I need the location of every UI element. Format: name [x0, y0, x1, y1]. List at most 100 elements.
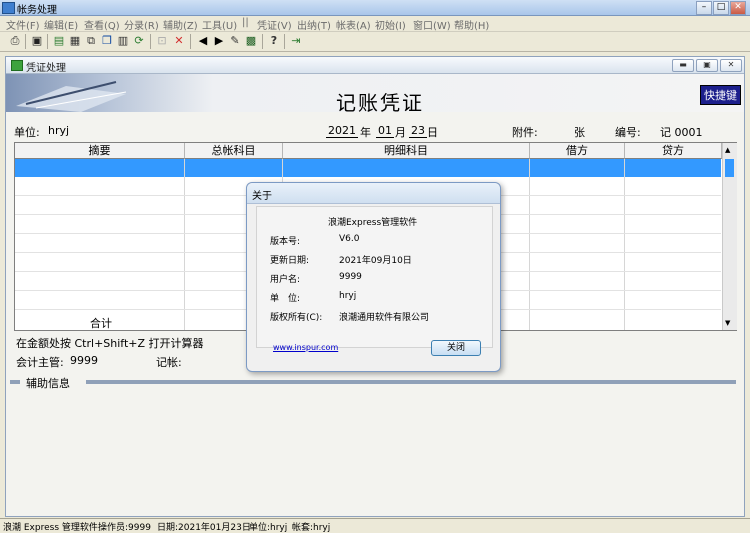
unit-label: 单位:	[14, 126, 40, 139]
voucher-window-title-bar: 凭证处理 ▬ ▣ ✕	[6, 57, 744, 74]
voucher-window-title: 凭证处理	[26, 63, 66, 74]
unit-value: hryj	[48, 124, 70, 137]
toolbar-separator	[150, 34, 151, 49]
attachment-label: 附件:	[512, 126, 538, 139]
voucher-window-icon	[11, 60, 23, 71]
refresh-icon[interactable]: ⟳	[132, 34, 146, 48]
username-label: 用户名:	[270, 275, 301, 285]
aux-info-marker	[10, 380, 20, 384]
app-title: 帐务处理	[17, 5, 57, 16]
banner-pen-image	[16, 81, 127, 112]
open-icon[interactable]: ▤	[52, 34, 66, 48]
copyright-value: 浪潮通用软件有限公司	[339, 313, 430, 323]
about-dialog: 关于 浪潮Express管理软件 版本号: V6.0 更新日期: 2021年09…	[246, 182, 501, 372]
paste-icon[interactable]: ▥	[116, 34, 130, 48]
grid-vertical-scrollbar[interactable]: ▲ ▼	[722, 143, 737, 330]
menu-file[interactable]: 文件(F)	[6, 17, 40, 32]
menu-separator: ||	[242, 17, 249, 28]
shortcut-button[interactable]: 快捷键	[700, 85, 741, 105]
calculator-hint: 在金额处按 Ctrl+Shift+Z 打开计算器	[16, 337, 204, 350]
link-icon[interactable]: ⧉	[84, 34, 98, 48]
menu-view[interactable]: 查看(Q)	[84, 17, 120, 32]
bookkeeper-label: 记帐:	[156, 356, 182, 369]
voucher-number-label: 编号:	[615, 126, 641, 139]
status-date: 日期:2021年01月23日	[157, 523, 251, 533]
column-header-general-account: 总帐科目	[185, 143, 283, 159]
menu-window[interactable]: 窗口(W)	[413, 17, 451, 32]
child-close-button[interactable]: ✕	[720, 59, 742, 72]
about-close-button[interactable]: 关闭	[431, 340, 481, 356]
dialog-unit-label: 单 位:	[270, 294, 301, 304]
about-dialog-body: 浪潮Express管理软件 版本号: V6.0 更新日期: 2021年09月10…	[256, 206, 493, 348]
column-header-detail-account: 明细科目	[283, 143, 530, 159]
app-title-bar: 帐务处理 – □ ✕	[0, 0, 750, 16]
status-unit: 单位:hryj	[249, 523, 288, 533]
minimize-button[interactable]: –	[696, 1, 712, 15]
menu-init[interactable]: 初始(I)	[375, 17, 406, 32]
list-icon[interactable]: ▦	[68, 34, 82, 48]
scroll-up-icon[interactable]: ▲	[725, 146, 730, 154]
toolbar-separator	[190, 34, 191, 49]
next-icon[interactable]: ▶	[212, 34, 226, 48]
menu-cashier[interactable]: 出纳(T)	[297, 17, 331, 32]
scroll-thumb[interactable]	[725, 159, 734, 177]
prev-icon[interactable]: ◀	[196, 34, 210, 48]
column-header-summary: 摘要	[15, 143, 185, 159]
menu-bar: 文件(F) 编辑(E) 查看(Q) 分录(R) 辅助(Z) 工具(U) || 凭…	[0, 16, 750, 32]
day-value[interactable]: 23	[409, 124, 427, 138]
child-minimize-button[interactable]: ▬	[672, 59, 694, 72]
product-name: 浪潮Express管理软件	[328, 218, 418, 228]
year-value[interactable]: 2021	[326, 124, 358, 138]
menu-reports[interactable]: 帐表(A)	[336, 17, 371, 32]
website-link[interactable]: www.inspur.com	[273, 343, 338, 352]
menu-tools[interactable]: 工具(U)	[202, 17, 237, 32]
version-value: V6.0	[339, 234, 360, 244]
about-dialog-title: 关于	[252, 191, 272, 202]
copyright-label: 版权所有(C):	[270, 313, 323, 323]
attachment-unit: 张	[574, 126, 585, 139]
disabled-icon: ⊡	[157, 34, 167, 47]
grid-icon[interactable]: ▩	[244, 34, 258, 48]
dialog-unit-value: hryj	[339, 291, 357, 301]
menu-entry[interactable]: 分录(R)	[124, 17, 159, 32]
grid-line	[529, 159, 530, 330]
supervisor-label: 会计主管:	[16, 356, 64, 369]
toolbar-separator	[262, 34, 263, 49]
copy-icon[interactable]: ❐	[100, 34, 114, 48]
toolbar-separator	[47, 34, 48, 49]
scroll-down-icon[interactable]: ▼	[725, 319, 730, 327]
app-icon	[2, 2, 15, 14]
toolbar: ⎙ ▣ ▤ ▦ ⧉ ❐ ▥ ⟳ ⊡ ✕ ◀ ▶ ✎ ▩ ? ⇥	[0, 32, 750, 52]
menu-assist[interactable]: 辅助(Z)	[163, 17, 198, 32]
tool-icon[interactable]: ✎	[228, 34, 242, 48]
menu-voucher[interactable]: 凭证(V)	[257, 17, 292, 32]
column-header-credit: 贷方	[625, 143, 722, 159]
help-icon[interactable]: ?	[267, 34, 281, 48]
child-restore-button[interactable]: ▣	[696, 59, 718, 72]
update-date-label: 更新日期:	[270, 256, 310, 266]
aux-info-section[interactable]: 辅助信息	[6, 375, 744, 390]
voucher-title: 记账凭证	[336, 91, 424, 115]
column-header-debit: 借方	[530, 143, 625, 159]
month-value[interactable]: 01	[376, 124, 394, 138]
month-label: 月	[395, 126, 406, 139]
close-button[interactable]: ✕	[730, 1, 746, 15]
total-label: 合计	[90, 317, 112, 330]
status-bar: 浪潮 Express 管理软件 操作员:9999 日期:2021年01月23日 …	[0, 518, 750, 533]
about-dialog-title-bar: 关于	[247, 183, 500, 204]
status-product: 浪潮 Express 管理软件	[3, 523, 98, 533]
toolbar-separator	[25, 34, 26, 49]
print-icon[interactable]: ⎙	[8, 34, 22, 48]
exit-icon[interactable]: ⇥	[289, 34, 303, 48]
maximize-button[interactable]: □	[713, 1, 729, 15]
menu-help[interactable]: 帮助(H)	[454, 17, 489, 32]
update-date-value: 2021年09月10日	[339, 256, 412, 266]
save-icon[interactable]: ▣	[30, 34, 44, 48]
username-value: 9999	[339, 272, 362, 282]
supervisor-value: 9999	[70, 354, 98, 367]
status-book: 帐套:hryj	[292, 523, 331, 533]
toolbar-separator	[284, 34, 285, 49]
menu-edit[interactable]: 编辑(E)	[44, 17, 78, 32]
delete-icon[interactable]: ✕	[172, 34, 186, 48]
selected-row[interactable]	[15, 159, 721, 177]
